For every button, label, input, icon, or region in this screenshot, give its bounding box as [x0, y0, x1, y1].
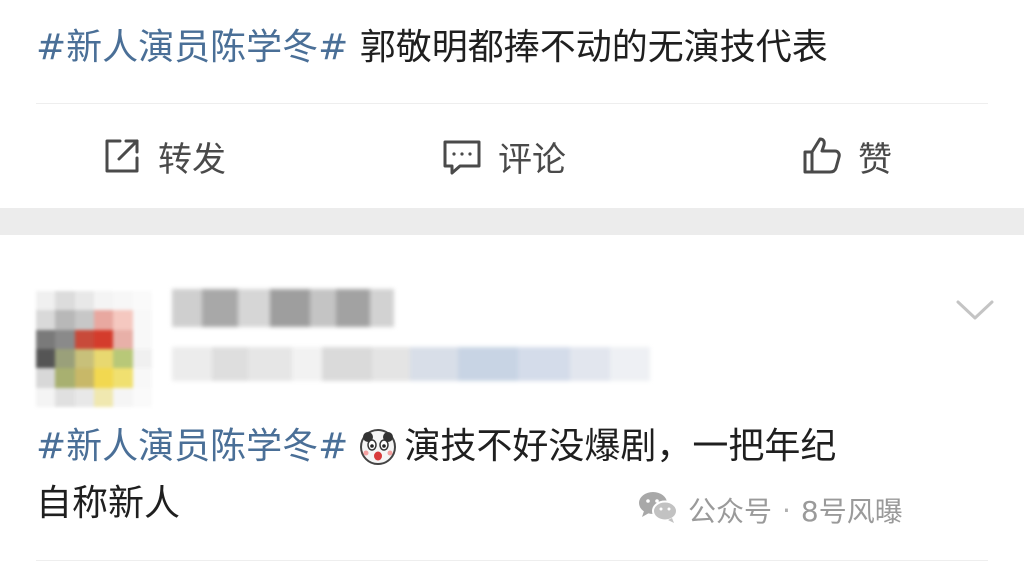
comment-text-line-2: 自称新人 [36, 483, 181, 524]
watermark-source: 公众号 [688, 495, 773, 528]
comment-label: 评论 [498, 139, 566, 180]
thumbs-up-icon [800, 134, 844, 178]
avatar[interactable] [36, 291, 152, 407]
comment-hashtag[interactable]: #新人演员陈学冬# [36, 423, 348, 471]
section-separator [0, 208, 1024, 235]
watermark-separator: · [782, 493, 791, 527]
comment-text-line: #新人演员陈学冬# 演技不好没爆剧，一把年纪 [36, 423, 836, 471]
comment-button[interactable]: 评论 [440, 132, 566, 180]
like-button[interactable]: 赞 [800, 132, 892, 180]
repost-label: 转发 [158, 139, 226, 180]
repost-button[interactable]: 转发 [100, 132, 226, 180]
watermark: 公众号 · 8号风曝 [638, 490, 903, 530]
comment-card: #新人演员陈学冬# 演技不好没爆剧，一把年纪 自称新人 公众号 · 8号风曝 [0, 235, 1024, 565]
comment-icon [440, 134, 484, 178]
share-icon [100, 134, 144, 178]
username-blurred[interactable] [172, 289, 394, 327]
shocked-face-emoji-icon [358, 427, 398, 467]
chevron-down-icon[interactable] [954, 295, 996, 325]
watermark-account: 8号风曝 [800, 495, 903, 528]
action-bar: 转发 评论 赞 [0, 104, 1024, 206]
divider [36, 560, 988, 561]
timestamp-blurred [172, 347, 650, 381]
like-label: 赞 [858, 139, 892, 180]
post-hashtag[interactable]: #新人演员陈学冬# [36, 27, 348, 68]
post-body: 郭敬明都捧不动的无演技代表 [359, 27, 828, 68]
post-text: #新人演员陈学冬# 郭敬明都捧不动的无演技代表 [36, 24, 828, 72]
comment-body: 演技不好没爆剧，一把年纪 [404, 426, 837, 467]
wechat-icon [638, 490, 678, 531]
